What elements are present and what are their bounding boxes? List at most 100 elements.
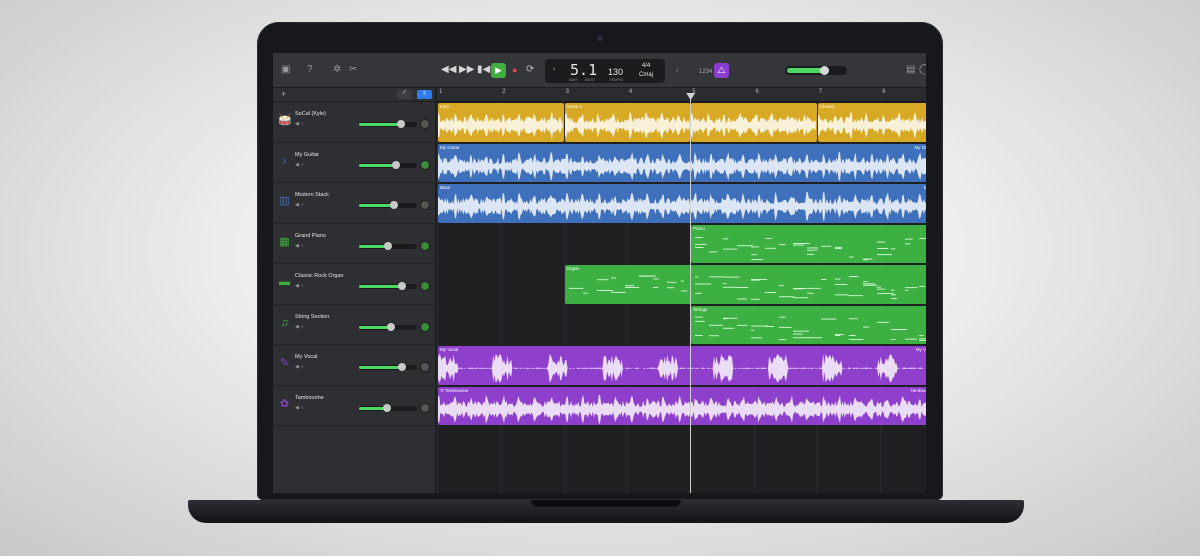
region-label: Bass <box>440 185 451 190</box>
master-volume-slider[interactable] <box>785 66 847 75</box>
audio-region[interactable]: ⟲ Tambourine Tambourine <box>438 386 926 425</box>
lcd-display[interactable]: ◔ 5.1 BAR BEAT 130 TEMPO 4/4 Cmaj <box>545 59 665 83</box>
track-volume-knob[interactable] <box>382 403 391 412</box>
mute-solo-buttons[interactable]: ◀ ∩ <box>295 405 304 411</box>
region-label-end: Tambourine <box>910 387 926 393</box>
piano-icon: ▦ <box>279 235 290 248</box>
track-volume-knob[interactable] <box>389 201 398 209</box>
track-volume-knob[interactable] <box>397 282 406 290</box>
loop-browser-icon[interactable]: ◯ <box>919 63 926 77</box>
ruler[interactable]: 12345678 <box>437 88 926 102</box>
bar-number: 3 <box>565 89 569 95</box>
record-icon[interactable]: ● <box>512 63 517 77</box>
add-track-button[interactable]: + <box>281 89 286 99</box>
headphones-icon[interactable]: ∩ <box>300 162 304 168</box>
mute-solo-buttons[interactable]: ◀ ∩ <box>295 283 304 289</box>
track-volume-slider[interactable] <box>359 120 417 128</box>
midi-region[interactable]: Organ <box>564 265 926 304</box>
library-icon[interactable]: ▣ <box>281 63 290 77</box>
headphones-icon[interactable]: ∩ <box>300 121 304 127</box>
track-volume-knob[interactable] <box>386 322 395 331</box>
organ-icon: ▬ <box>279 276 290 288</box>
track-volume-slider[interactable] <box>359 160 417 169</box>
mute-solo-buttons[interactable]: ◀ ∩ <box>295 364 304 370</box>
smart-controls-icon[interactable]: ✲ <box>333 63 341 77</box>
cycle-icon[interactable]: ⟳ <box>526 63 534 77</box>
pan-knob[interactable] <box>420 402 430 413</box>
headphones-icon[interactable]: ∩ <box>300 243 304 249</box>
pan-knob[interactable] <box>420 119 430 129</box>
track-volume-knob[interactable] <box>397 363 406 371</box>
track-volume-slider[interactable] <box>359 282 417 290</box>
track-header[interactable]: ▦ Grand Piano ◀ ∩ <box>273 224 436 264</box>
mute-icon[interactable]: ◀ <box>295 162 299 168</box>
track-header[interactable]: ▬ Classic Rock Organ ◀ ∩ <box>273 264 436 305</box>
mute-icon[interactable]: ◀ <box>295 202 299 208</box>
track-header[interactable]: ♪ My Guitar ◀ ∩ <box>273 143 436 183</box>
mute-solo-buttons[interactable]: ◀ ∩ <box>295 202 304 208</box>
notepad-icon[interactable]: ▤ <box>906 63 915 77</box>
midi-notes <box>695 316 926 341</box>
mute-icon[interactable]: ◀ <box>295 121 299 127</box>
track-volume-slider[interactable] <box>359 322 417 331</box>
audio-region[interactable]: Bass Bass <box>438 184 926 223</box>
headphones-icon[interactable]: ∩ <box>300 405 304 411</box>
track-volume-slider[interactable] <box>359 363 417 371</box>
midi-region[interactable]: Piano <box>691 224 926 263</box>
mute-solo-buttons[interactable]: ◀ ∩ <box>295 162 304 168</box>
control-bar: ▣ ? ✲ ✂ ◀◀ ▶▶ ▮◀ ▶ ● ⟳ ◔ 5.1 BAR BEAT 13… <box>273 53 926 88</box>
count-in-icon[interactable]: 1234 <box>699 65 712 79</box>
audio-region[interactable] <box>691 103 817 142</box>
mute-icon[interactable]: ◀ <box>295 364 299 370</box>
mute-solo-buttons[interactable]: ◀ ∩ <box>295 121 304 127</box>
pan-knob[interactable] <box>420 200 430 210</box>
track-volume-knob[interactable] <box>392 160 401 169</box>
pan-knob[interactable] <box>420 362 430 372</box>
mute-solo-buttons[interactable]: ◀ ∩ <box>295 243 304 249</box>
master-volume-knob[interactable] <box>820 66 830 75</box>
track-volume-knob[interactable] <box>396 120 405 128</box>
track-header[interactable]: 🥁 SoCal (Kyle) ◀ ∩ <box>273 102 436 143</box>
midi-region[interactable]: Strings <box>691 305 926 344</box>
track-volume-knob[interactable] <box>384 241 392 250</box>
headphones-icon[interactable]: ∩ <box>300 202 304 208</box>
help-icon[interactable]: ? <box>307 63 313 77</box>
pan-knob[interactable] <box>420 281 430 291</box>
play-button[interactable]: ▶ <box>491 63 506 78</box>
metronome-button[interactable]: ⧍ <box>714 63 729 78</box>
headphones-icon[interactable]: ∩ <box>300 283 304 289</box>
filter-icon[interactable]: ⇧ <box>417 90 432 99</box>
tuner-icon[interactable]: ♩ <box>675 63 685 77</box>
pan-knob[interactable] <box>420 159 430 170</box>
track-header[interactable]: ✿ Tambourine ◀ ∩ <box>273 386 436 426</box>
fast-forward-icon[interactable]: ▶▶ <box>459 63 474 77</box>
go-to-beginning-icon[interactable]: ▮◀ <box>477 63 490 77</box>
headphones-icon[interactable]: ∩ <box>300 324 304 330</box>
mute-icon[interactable]: ◀ <box>295 283 299 289</box>
audio-region[interactable]: My Vocal My Vocal <box>438 346 926 385</box>
headphones-icon[interactable]: ∩ <box>300 364 304 370</box>
track-header[interactable]: ♫ String Section ◀ ∩ <box>273 305 436 345</box>
playhead[interactable] <box>690 94 692 493</box>
audio-region[interactable]: Verse 1 <box>564 103 691 142</box>
pan-knob[interactable] <box>420 240 430 251</box>
track-volume-slider[interactable] <box>359 241 417 250</box>
pan-knob[interactable] <box>420 321 430 332</box>
track-volume-slider[interactable] <box>359 403 417 412</box>
tempo-label: TEMPO <box>609 77 624 82</box>
tracks-area[interactable]: 12345678 Intro Verse 1 Chorus My Guitar My G… <box>437 88 926 493</box>
mute-icon[interactable]: ◀ <box>295 405 299 411</box>
track-header[interactable]: ✎ My Vocal ◀ ∩ <box>273 345 436 386</box>
rewind-icon[interactable]: ◀◀ <box>441 63 456 77</box>
audio-region[interactable]: My Guitar My Guitar <box>438 143 926 182</box>
audio-region[interactable]: Intro <box>438 103 564 142</box>
mute-solo-buttons[interactable]: ◀ ∩ <box>295 324 304 330</box>
editors-icon[interactable]: ✂ <box>349 63 357 77</box>
mute-icon[interactable]: ◀ <box>295 243 299 249</box>
track-header[interactable]: ▥ Modern Stack ◀ ∩ <box>273 183 436 224</box>
track-volume-slider[interactable] <box>359 201 417 209</box>
automation-icon[interactable]: ⁄⁄ <box>397 90 412 99</box>
audio-region[interactable]: Chorus <box>817 103 926 142</box>
waveform <box>438 151 926 181</box>
mute-icon[interactable]: ◀ <box>295 324 299 330</box>
